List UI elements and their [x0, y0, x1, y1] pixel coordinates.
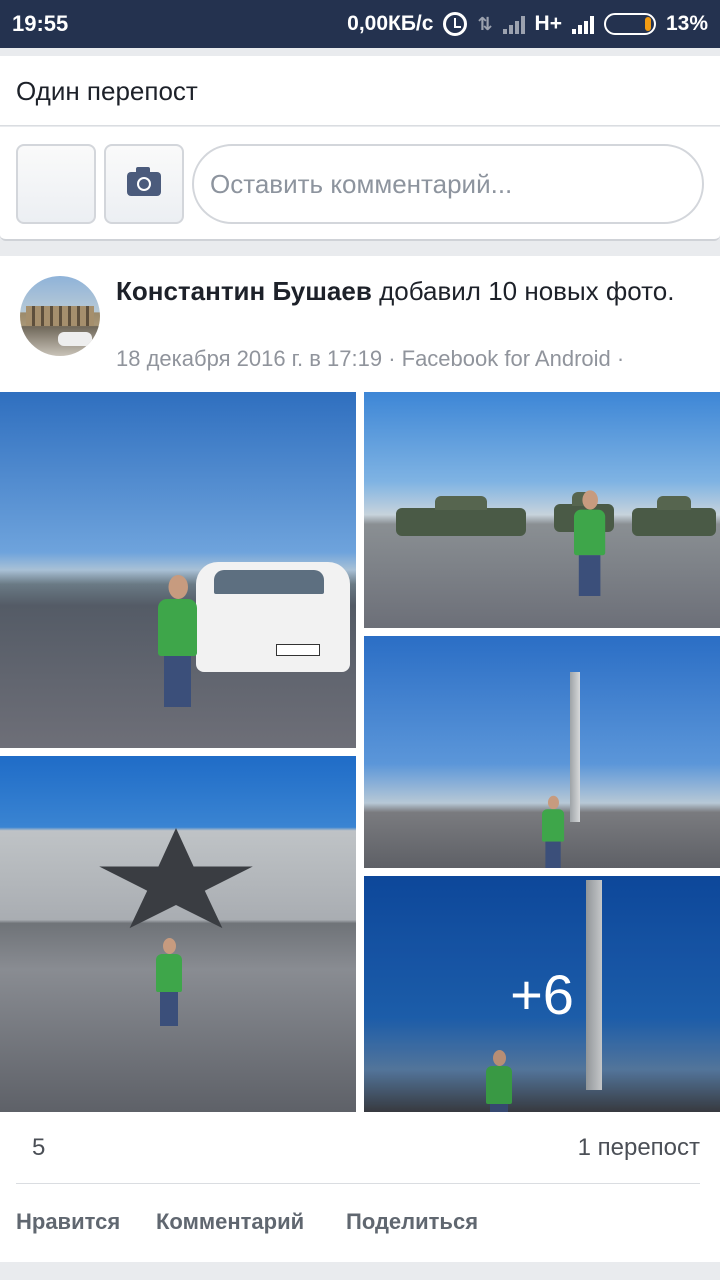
star-monument: [99, 828, 253, 929]
person-figure: [158, 572, 197, 707]
tank: [396, 496, 526, 536]
obelisk: [570, 672, 580, 822]
avatar-colosseum: [26, 306, 94, 326]
comment-input[interactable]: [192, 144, 704, 224]
status-icons: 0,00КБ/с ⇅ H+ 13%: [347, 9, 708, 39]
person-figure: [542, 794, 565, 868]
status-bar: 19:55 0,00КБ/с ⇅ H+ 13%: [0, 0, 720, 48]
post-card: Константин Бушаев добавил 10 новых фото.…: [0, 256, 720, 1262]
sticker-button[interactable]: [16, 144, 96, 224]
photo-5[interactable]: +6: [364, 876, 720, 1112]
photo-4[interactable]: [364, 636, 720, 868]
photo-3[interactable]: [0, 756, 356, 1112]
reshares-header: Один перепост: [0, 56, 720, 126]
share-button[interactable]: Поделиться: [346, 1209, 478, 1235]
license-plate: [276, 644, 320, 656]
photo-2[interactable]: [364, 392, 720, 628]
author-name[interactable]: Константин Бушаев: [116, 276, 372, 306]
more-photos-count[interactable]: +6: [364, 876, 720, 1112]
car: [196, 562, 350, 672]
likes-count[interactable]: 5: [32, 1134, 45, 1162]
battery-percent: 13%: [665, 12, 708, 35]
data-arrows-icon: ⇅: [477, 13, 493, 34]
photo-button[interactable]: [104, 144, 184, 224]
avatar-car: [58, 332, 92, 346]
shares-count[interactable]: 1 перепост: [578, 1134, 700, 1162]
like-button[interactable]: Нравится: [16, 1209, 120, 1235]
person-figure: [156, 936, 182, 1026]
post-action: добавил 10 новых фото.: [379, 276, 675, 306]
comment-button[interactable]: Комментарий: [156, 1209, 304, 1235]
reshares-title: Один перепост: [16, 76, 198, 106]
post-actions: Нравится Комментарий Поделиться: [0, 1201, 720, 1241]
signal-icon: [502, 14, 525, 34]
comment-composer: [0, 127, 720, 241]
network-speed: 0,00КБ/с: [347, 12, 434, 35]
photo-1[interactable]: [0, 392, 356, 748]
battery-fill: [644, 17, 651, 31]
car-window: [214, 570, 324, 594]
battery-icon: [603, 13, 656, 35]
post-stats: 5 1 перепост: [0, 1126, 720, 1182]
network-type: H+: [534, 12, 562, 35]
avatar[interactable]: [20, 276, 100, 356]
camera-icon: [127, 167, 161, 196]
divider: [16, 1183, 700, 1184]
clock: 19:55: [12, 11, 69, 36]
person-figure: [574, 488, 606, 596]
post-meta: 18 декабря 2016 г. в 17:19 · Facebook fo…: [116, 346, 625, 371]
alarm-icon: [443, 12, 468, 36]
post-headline: Константин Бушаев добавил 10 новых фото.: [116, 274, 696, 308]
signal-strong-icon: [571, 14, 594, 34]
tank: [632, 496, 716, 536]
